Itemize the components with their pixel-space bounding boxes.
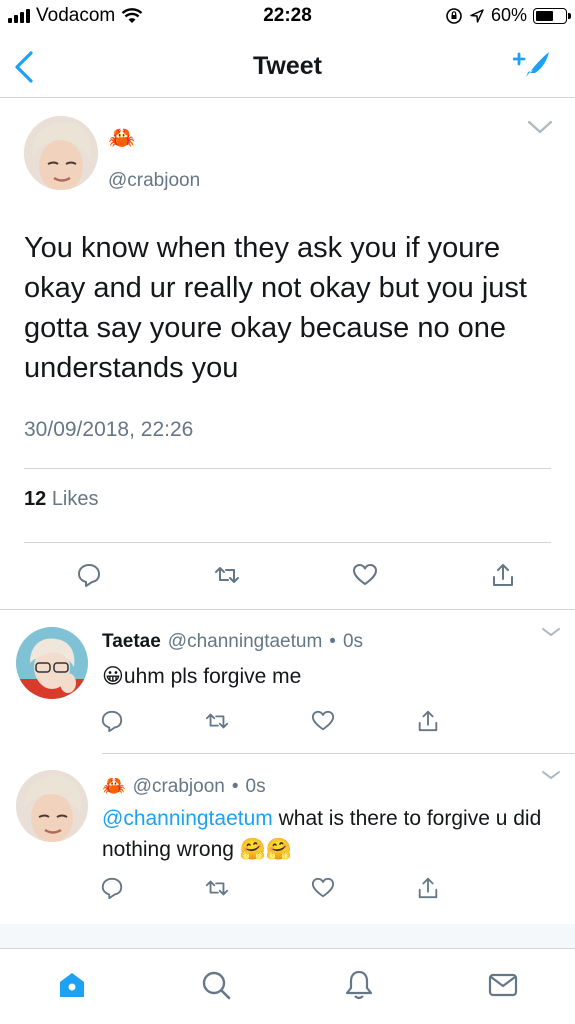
user-handle[interactable]: @channingtaetum [168,631,323,653]
chevron-down-icon[interactable] [527,120,553,134]
avatar-image [16,627,88,699]
messages-icon [489,973,518,997]
battery-percent: 60% [490,5,527,25]
reply-time: 0s [342,631,364,652]
divider [24,468,551,469]
hugging-emoji: 🤗🤗 [239,837,293,861]
reply-text: @channingtaetum what is there to forgive… [102,804,557,865]
reply-tweet[interactable]: 🦀 @crabjoon • 0s @channingtaetum what is… [0,754,575,924]
chevron-down-icon[interactable] [541,627,561,637]
battery-fill [536,10,553,21]
tab-home[interactable] [0,949,144,1024]
battery-icon [533,7,571,24]
notifications-icon [346,970,373,1000]
likes-count[interactable]: 12 Likes [24,488,99,511]
user-handle[interactable]: @crabjoon [133,776,225,798]
avatar-image [24,116,98,190]
nav-bar: Tweet [0,34,575,98]
reply-actions [100,876,440,900]
reply-time: 0s [245,776,266,797]
chevron-down-icon[interactable] [541,770,561,780]
avatar[interactable] [24,116,98,190]
rotation-lock-icon [446,7,462,24]
location-icon [470,8,484,23]
share-icon[interactable] [490,562,516,588]
tweet-text: You know when they ask you if youre okay… [24,232,527,384]
retweet-icon[interactable] [214,562,240,588]
reply-text: 😀uhm pls forgive me [102,661,557,692]
user-handle[interactable]: @crabjoon [108,170,200,192]
tab-bar [0,948,575,1024]
reply-icon[interactable] [76,562,102,588]
tweet-timestamp: 30/09/2018, 22:26 [24,418,194,441]
status-bar: Vodacom 22:28 60% [0,0,575,34]
reply-icon[interactable] [100,709,124,733]
tweet-actions [76,562,516,588]
search-icon [202,971,230,1000]
compose-tweet-icon[interactable] [513,46,553,86]
share-icon[interactable] [416,876,440,900]
reply-actions [100,709,440,733]
like-heart-icon[interactable] [311,876,335,900]
section-gap [0,924,575,948]
retweet-icon[interactable] [205,709,229,733]
retweet-icon[interactable] [205,876,229,900]
divider [24,542,551,543]
separator-dot: • [329,631,336,652]
display-name[interactable]: Taetae [102,631,161,653]
grinning-emoji: 😀 [102,664,124,688]
separator-dot: • [231,776,239,797]
reply-icon[interactable] [100,876,124,900]
share-icon[interactable] [416,709,440,733]
avatar[interactable] [16,627,88,699]
main-tweet: 🦀 @crabjoon You know when they ask you i… [0,98,575,610]
reply-tweet[interactable]: Taetae @channingtaetum • 0s 😀uhm pls for… [0,611,575,754]
reply-header: Taetae @channingtaetum • 0s [102,631,363,653]
likes-label: Likes [51,488,99,510]
tab-search[interactable] [144,949,288,1024]
page-title: Tweet [253,52,322,80]
home-icon [59,973,84,997]
reply-body: uhm pls forgive me [123,665,302,688]
avatar[interactable] [16,770,88,842]
tab-notifications[interactable] [288,949,432,1024]
tab-messages[interactable] [431,949,575,1024]
avatar-image [16,770,88,842]
display-name[interactable]: 🦀 [102,774,126,797]
display-name[interactable]: 🦀 [108,126,135,151]
mention-link[interactable]: @channingtaetum [102,807,273,830]
status-right: 60% [445,5,571,26]
likes-number: 12 [24,488,47,510]
like-heart-icon[interactable] [352,562,378,588]
like-heart-icon[interactable] [311,709,335,733]
reply-header: 🦀 @crabjoon • 0s [102,774,266,798]
